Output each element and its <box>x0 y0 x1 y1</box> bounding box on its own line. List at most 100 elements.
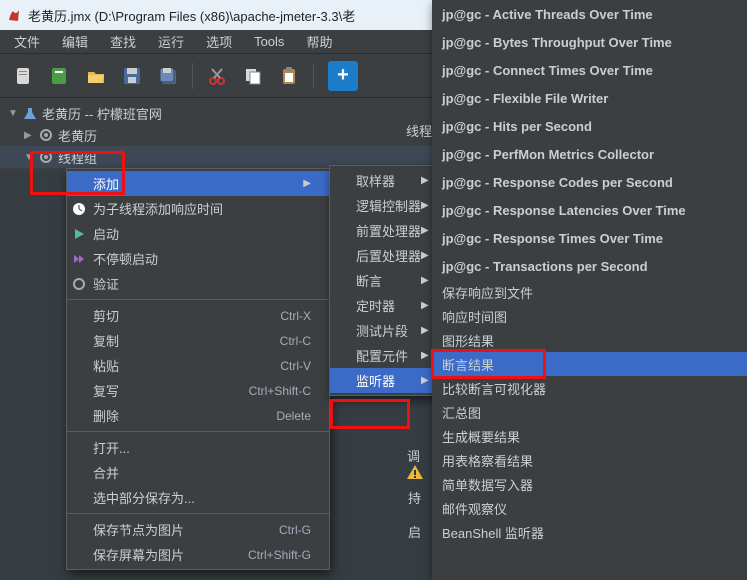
sm1-label: 配置元件 <box>356 346 408 365</box>
sm1-listener[interactable]: 监听器▶ <box>330 368 449 393</box>
shortcut: Ctrl-V <box>280 359 311 373</box>
cm-cut[interactable]: 剪切Ctrl-X <box>67 303 329 328</box>
cm-save-screen-img[interactable]: 保存屏幕为图片Ctrl+Shift-G <box>67 542 329 567</box>
gear-icon <box>38 127 54 143</box>
sm2-simple-data-writer[interactable]: 简单数据写入器 <box>432 472 747 496</box>
sm2-label: jp@gc - PerfMon Metrics Collector <box>442 147 654 162</box>
panel-start-label: 启 <box>408 522 421 541</box>
cm-save-selection[interactable]: 选中部分保存为... <box>67 485 329 510</box>
menu-search[interactable]: 查找 <box>100 30 146 53</box>
save-all-icon[interactable] <box>152 60 184 92</box>
sm2-jp-transactions[interactable]: jp@gc - Transactions per Second <box>432 252 747 280</box>
sm1-label: 取样器 <box>356 171 395 190</box>
warning-icon <box>406 463 424 481</box>
cm-save-node-img[interactable]: 保存节点为图片Ctrl-G <box>67 517 329 542</box>
sm2-jp-active-threads[interactable]: jp@gc - Active Threads Over Time <box>432 0 747 28</box>
panel-hold-label: 持 <box>408 488 421 507</box>
sm1-timer[interactable]: 定时器▶ <box>330 293 449 318</box>
tree-item-label: 老黄历 <box>58 126 97 145</box>
cm-delete[interactable]: 删除 Delete <box>67 403 329 428</box>
sm1-sampler[interactable]: 取样器▶ <box>330 168 449 193</box>
cm-merge[interactable]: 合并 <box>67 460 329 485</box>
cm-add-label: 添加 <box>93 174 119 193</box>
panel-thread-label: 线程 <box>406 121 432 140</box>
context-menu: 添加 ▶ 为子线程添加响应时间 启动 不停顿启动 验证 剪切Ctrl-X 复制C… <box>66 168 330 570</box>
cm-start[interactable]: 启动 <box>67 221 329 246</box>
templates-icon[interactable] <box>44 60 76 92</box>
sm2-compare-assertion[interactable]: 比较断言可视化器 <box>432 376 747 400</box>
sm2-save-response-file[interactable]: 保存响应到文件 <box>432 280 747 304</box>
sm2-jp-perfmon[interactable]: jp@gc - PerfMon Metrics Collector <box>432 140 747 168</box>
chevron-right-icon: ▶ <box>421 200 429 211</box>
sm1-test-fragment[interactable]: 测试片段▶ <box>330 318 449 343</box>
sm2-label: jp@gc - Response Times Over Time <box>442 231 663 246</box>
sm2-jp-flexible-file-writer[interactable]: jp@gc - Flexible File Writer <box>432 84 747 112</box>
sm1-pre-processor[interactable]: 前置处理器▶ <box>330 218 449 243</box>
twisty-icon[interactable]: ▶ <box>24 130 34 141</box>
cm-add-resp-time[interactable]: 为子线程添加响应时间 <box>67 196 329 221</box>
cm-label: 删除 <box>93 406 119 425</box>
sm2-jp-response-latencies[interactable]: jp@gc - Response Latencies Over Time <box>432 196 747 224</box>
gear-icon <box>38 149 54 165</box>
sm2-mailer-visualizer[interactable]: 邮件观察仪 <box>432 496 747 520</box>
cm-duplicate[interactable]: 复写Ctrl+Shift-C <box>67 378 329 403</box>
sm2-assertion-results[interactable]: 断言结果 <box>432 352 747 376</box>
sm2-label: jp@gc - Response Codes per Second <box>442 175 673 190</box>
sm2-response-time-graph[interactable]: 响应时间图 <box>432 304 747 328</box>
sm2-jp-connect-times[interactable]: jp@gc - Connect Times Over Time <box>432 56 747 84</box>
sm1-assertion[interactable]: 断言▶ <box>330 268 449 293</box>
window-title: 老黄历.jmx (D:\Program Files (x86)\apache-j… <box>28 6 355 25</box>
menu-tools[interactable]: Tools <box>244 32 294 51</box>
twisty-icon[interactable]: ▼ <box>8 108 18 119</box>
sm2-graph-results[interactable]: 图形结果 <box>432 328 747 352</box>
cm-copy[interactable]: 复制Ctrl-C <box>67 328 329 353</box>
sm2-label: 生成概要结果 <box>442 427 520 446</box>
new-file-icon[interactable] <box>8 60 40 92</box>
menu-run[interactable]: 运行 <box>148 30 194 53</box>
sm2-label: 响应时间图 <box>442 307 507 326</box>
chevron-right-icon: ▶ <box>421 225 429 236</box>
twisty-icon[interactable]: ▼ <box>24 152 34 163</box>
menu-options[interactable]: 选项 <box>196 30 242 53</box>
sm2-label: jp@gc - Hits per Second <box>442 119 592 134</box>
sm1-config-element[interactable]: 配置元件▶ <box>330 343 449 368</box>
cm-add[interactable]: 添加 ▶ <box>67 171 329 196</box>
cm-validate[interactable]: 验证 <box>67 271 329 296</box>
sm2-label: jp@gc - Active Threads Over Time <box>442 7 653 22</box>
shortcut: Ctrl+Shift-C <box>249 384 311 398</box>
sm2-beanshell-listener[interactable]: BeanShell 监听器 <box>432 520 747 544</box>
chevron-right-icon: ▶ <box>421 300 429 311</box>
sm2-jp-bytes-throughput[interactable]: jp@gc - Bytes Throughput Over Time <box>432 28 747 56</box>
cm-label: 打开... <box>93 438 130 457</box>
cm-label: 保存节点为图片 <box>93 520 184 539</box>
shortcut: Delete <box>276 409 311 423</box>
cm-open[interactable]: 打开... <box>67 435 329 460</box>
sm2-jp-response-times[interactable]: jp@gc - Response Times Over Time <box>432 224 747 252</box>
sm2-label: 简单数据写入器 <box>442 475 533 494</box>
cm-paste[interactable]: 粘贴Ctrl-V <box>67 353 329 378</box>
open-icon[interactable] <box>80 60 112 92</box>
sm1-label: 测试片段 <box>356 321 408 340</box>
sm2-aggregate-graph[interactable]: 汇总图 <box>432 400 747 424</box>
menu-edit[interactable]: 编辑 <box>52 30 98 53</box>
cm-label: 保存屏幕为图片 <box>93 545 184 564</box>
add-button[interactable]: + <box>328 61 358 91</box>
toolbar-sep <box>313 63 314 89</box>
sm2-jp-hits-per-second[interactable]: jp@gc - Hits per Second <box>432 112 747 140</box>
sm1-logic-controller[interactable]: 逻辑控制器▶ <box>330 193 449 218</box>
sm2-view-results-table[interactable]: 用表格察看结果 <box>432 448 747 472</box>
sm2-label: jp@gc - Connect Times Over Time <box>442 63 653 78</box>
sm1-post-processor[interactable]: 后置处理器▶ <box>330 243 449 268</box>
menu-file[interactable]: 文件 <box>4 30 50 53</box>
sm2-label: 断言结果 <box>442 355 494 374</box>
save-icon[interactable] <box>116 60 148 92</box>
annotation-box <box>330 399 410 429</box>
paste-icon[interactable] <box>273 60 305 92</box>
copy-icon[interactable] <box>237 60 269 92</box>
cut-icon[interactable] <box>201 60 233 92</box>
tree-root-label: 老黄历 -- 柠檬班官网 <box>42 104 162 123</box>
cm-start-no-pause[interactable]: 不停顿启动 <box>67 246 329 271</box>
sm2-summary-report[interactable]: 生成概要结果 <box>432 424 747 448</box>
menu-help[interactable]: 帮助 <box>296 30 342 53</box>
sm2-jp-response-codes[interactable]: jp@gc - Response Codes per Second <box>432 168 747 196</box>
